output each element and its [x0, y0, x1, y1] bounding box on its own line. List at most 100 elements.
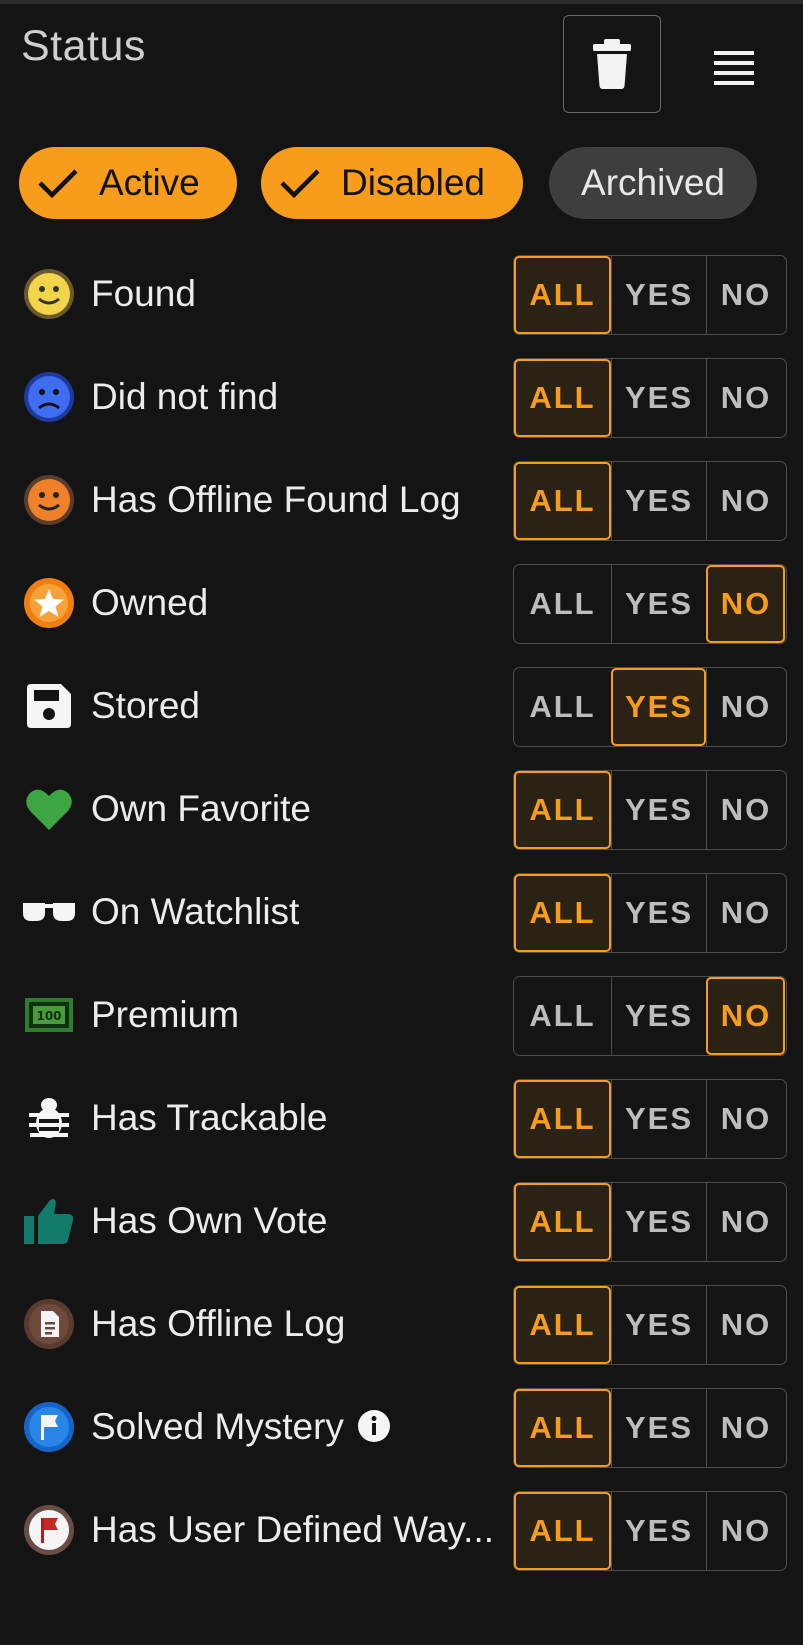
section-title: Status: [21, 22, 146, 70]
option-yes[interactable]: YES: [611, 1286, 706, 1364]
option-yes[interactable]: YES: [611, 1492, 706, 1570]
filter-label: Has Offline Found Log: [91, 479, 461, 520]
check-icon: [280, 169, 320, 198]
option-all[interactable]: ALL: [514, 1080, 611, 1158]
filter-row-offline-found-log: Has Offline Found Log ALL YES NO: [0, 459, 803, 541]
tri-state-selector: ALL YES NO: [513, 1079, 787, 1159]
option-no[interactable]: NO: [706, 565, 785, 643]
option-all[interactable]: ALL: [514, 874, 611, 952]
filter-label: Own Favorite: [91, 788, 312, 829]
filter-row-solved-mystery: Solved Mystery ALL YES NO: [0, 1386, 803, 1468]
chip-disabled[interactable]: Disabled: [261, 147, 523, 219]
tri-state-selector: ALL YES NO: [513, 461, 787, 541]
filter-label: Owned: [91, 582, 209, 623]
option-no[interactable]: NO: [706, 668, 785, 746]
filter-row-has-offline-log: Has Offline Log ALL YES NO: [0, 1283, 803, 1365]
option-all[interactable]: ALL: [514, 359, 611, 437]
svg-text:100: 100: [36, 1009, 61, 1023]
offline-found-smiley-icon: [23, 474, 75, 526]
filter-row-stored: Stored ALL YES NO: [0, 665, 803, 747]
filter-row-did-not-find: Did not find ALL YES NO: [0, 356, 803, 438]
option-no[interactable]: NO: [706, 771, 785, 849]
info-icon[interactable]: [357, 1410, 390, 1443]
option-no[interactable]: NO: [706, 1286, 785, 1364]
chip-archived[interactable]: Archived: [549, 147, 757, 219]
filter-row-has-trackable: Has Trackable ALL YES NO: [0, 1077, 803, 1159]
top-divider: [0, 0, 803, 4]
tri-state-selector: ALL YES NO: [513, 255, 787, 335]
tri-state-selector: ALL YES NO: [513, 1388, 787, 1468]
smiley-found-icon: [23, 268, 75, 320]
filter-label-text: Solved Mystery: [91, 1406, 344, 1447]
option-no[interactable]: NO: [706, 1389, 785, 1467]
option-all[interactable]: ALL: [514, 256, 611, 334]
option-all[interactable]: ALL: [514, 565, 611, 643]
option-all[interactable]: ALL: [514, 977, 611, 1055]
filter-label: On Watchlist: [91, 891, 300, 932]
option-yes[interactable]: YES: [611, 668, 706, 746]
floppy-disk-icon: [23, 680, 75, 732]
sunglasses-icon: [23, 886, 75, 938]
tri-state-selector: ALL YES NO: [513, 1491, 787, 1571]
option-yes[interactable]: YES: [611, 771, 706, 849]
tri-state-selector: ALL YES NO: [513, 1285, 787, 1365]
option-all[interactable]: ALL: [514, 1389, 611, 1467]
chip-label: Archived: [581, 162, 725, 203]
option-no[interactable]: NO: [706, 874, 785, 952]
filter-label: Has Trackable: [91, 1097, 328, 1138]
filter-label: Has User Defined Way...: [91, 1509, 495, 1550]
thumbs-up-icon: [23, 1195, 75, 1247]
filter-row-user-defined-waypoints: Has User Defined Way... ALL YES NO: [0, 1489, 803, 1571]
option-yes[interactable]: YES: [611, 1389, 706, 1467]
option-no[interactable]: NO: [706, 359, 785, 437]
tri-state-selector: ALL YES NO: [513, 667, 787, 747]
filter-row-owned: Owned ALL YES NO: [0, 562, 803, 644]
blue-flag-badge-icon: [23, 1401, 75, 1453]
delete-button[interactable]: [563, 15, 661, 113]
filter-label: Found: [91, 273, 196, 314]
option-no[interactable]: NO: [706, 977, 785, 1055]
heart-icon: [23, 783, 75, 835]
option-no[interactable]: NO: [706, 1080, 785, 1158]
filter-label: Premium: [91, 994, 240, 1035]
tri-state-selector: ALL YES NO: [513, 873, 787, 953]
red-flag-badge-icon: [23, 1504, 75, 1556]
filter-label: Solved Mystery: [91, 1386, 390, 1468]
tri-state-selector: ALL YES NO: [513, 564, 787, 644]
option-yes[interactable]: YES: [611, 977, 706, 1055]
chip-label: Disabled: [341, 162, 485, 203]
option-all[interactable]: ALL: [514, 1286, 611, 1364]
filter-row-on-watchlist: On Watchlist ALL YES NO: [0, 871, 803, 953]
option-yes[interactable]: YES: [611, 359, 706, 437]
option-no[interactable]: NO: [706, 256, 785, 334]
filter-row-own-favorite: Own Favorite ALL YES NO: [0, 768, 803, 850]
option-all[interactable]: ALL: [514, 1183, 611, 1261]
option-no[interactable]: NO: [706, 462, 785, 540]
chip-active[interactable]: Active: [19, 147, 237, 219]
tri-state-selector: ALL YES NO: [513, 976, 787, 1056]
option-all[interactable]: ALL: [514, 771, 611, 849]
option-yes[interactable]: YES: [611, 462, 706, 540]
filter-row-has-own-vote: Has Own Vote ALL YES NO: [0, 1180, 803, 1262]
option-all[interactable]: ALL: [514, 462, 611, 540]
option-all[interactable]: ALL: [514, 668, 611, 746]
filter-label: Stored: [91, 685, 201, 726]
option-yes[interactable]: YES: [611, 256, 706, 334]
tri-state-selector: ALL YES NO: [513, 1182, 787, 1262]
menu-button[interactable]: [694, 38, 774, 98]
option-all[interactable]: ALL: [514, 1492, 611, 1570]
trash-icon: [593, 39, 631, 89]
option-yes[interactable]: YES: [611, 565, 706, 643]
option-yes[interactable]: YES: [611, 874, 706, 952]
option-no[interactable]: NO: [706, 1492, 785, 1570]
banknote-100-icon: 100: [23, 989, 75, 1041]
option-yes[interactable]: YES: [611, 1183, 706, 1261]
option-yes[interactable]: YES: [611, 1080, 706, 1158]
sad-face-icon: [23, 371, 75, 423]
check-icon: [38, 169, 78, 198]
star-badge-icon: [23, 577, 75, 629]
filter-label: Did not find: [91, 376, 279, 417]
document-badge-icon: [23, 1298, 75, 1350]
option-no[interactable]: NO: [706, 1183, 785, 1261]
filter-row-premium: 100 Premium ALL YES NO: [0, 974, 803, 1056]
